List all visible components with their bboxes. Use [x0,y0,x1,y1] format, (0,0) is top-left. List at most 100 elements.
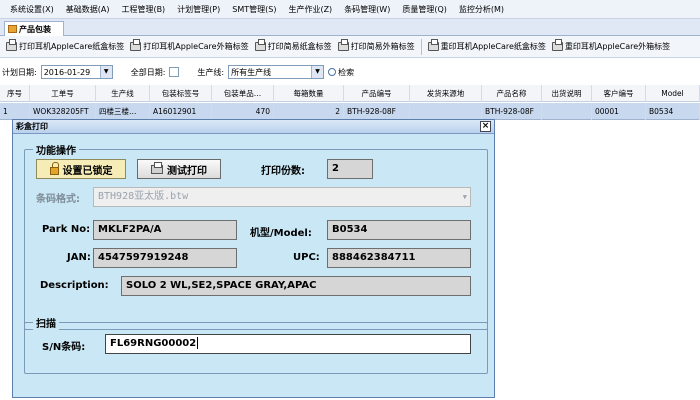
print-earphone-applecare-carton-label-button[interactable]: 打印耳机AppleCare外箱标签 [128,38,250,56]
button-label: 打印简易纸盒标签 [267,42,332,51]
print-copies-label: 打印份数: [261,166,305,177]
barcode-format-label: 条码格式: [36,194,80,205]
menu-bar: 系统设置(X) 基础数据(A) 工程管理(B) 计划管理(P) SMT管理(S)… [0,0,700,19]
printer-icon [427,39,439,51]
printer-icon [254,39,266,51]
tab-strip: 产品包装 [0,19,700,36]
model-field[interactable]: B0534 [327,220,471,240]
printer-icon [337,39,349,51]
function-operations-group: 功能操作 设置已锁定 测试打印 打印份数: 2 条码格式: BTH928亚太版.… [24,142,488,330]
jan-label: JAN: [67,252,91,263]
chevron-down-icon[interactable]: ▼ [99,66,112,78]
table-cell: BTH-928-08F [344,103,410,120]
sn-barcode-input[interactable]: FL69RNG00002 [105,334,471,354]
column-header[interactable]: 产品名称 [482,85,542,102]
column-header[interactable]: 生产线 [96,85,150,102]
table-cell: 四楼三楼… [96,103,150,120]
search-label: 检索 [338,67,355,77]
menu-system-settings[interactable]: 系统设置(X) [4,0,60,19]
column-header[interactable]: 每箱数量 [274,85,344,102]
model-label: 机型/Model: [250,228,312,239]
production-line-value: 所有生产线 [231,67,272,77]
print-earphone-applecare-box-label-button[interactable]: 打印耳机AppleCare纸盒标签 [4,38,126,56]
button-label: 打印简易外箱标签 [350,42,415,51]
reprint-earphone-applecare-carton-label-button[interactable]: 重印耳机AppleCare外箱标签 [550,38,672,56]
menu-engineering[interactable]: 工程管理(B) [115,0,171,19]
print-simple-carton-label-button[interactable]: 打印简易外箱标签 [336,38,417,56]
menu-barcode[interactable]: 条码管理(W) [338,0,396,19]
lock-icon [49,161,59,175]
production-line-select[interactable]: 所有生产线 ▼ [228,65,325,79]
column-header[interactable]: 工单号 [30,85,96,102]
menu-production[interactable]: 生产作业(Z) [282,0,338,19]
print-simple-box-label-button[interactable]: 打印简易纸盒标签 [253,38,334,56]
sn-barcode-label: S/N条码: [42,342,86,353]
column-header[interactable]: 客户编号 [592,85,646,102]
column-header[interactable]: 发货来源地 [410,85,482,102]
table-cell: 470 [212,103,274,120]
table-cell: BTH-928-08F [482,103,542,120]
upc-field[interactable]: 888462384711 [327,248,471,268]
sn-barcode-value: FL69RNG00002 [110,338,197,349]
menu-basic-data[interactable]: 基础数据(A) [60,0,116,19]
table-cell: 2 [274,103,344,120]
table-cell [410,103,482,120]
reprint-earphone-applecare-box-label-button[interactable]: 重印耳机AppleCare纸盒标签 [426,38,548,56]
group-title: 扫描 [33,315,59,330]
table-cell: 1 [0,103,30,120]
table-cell: WOK328205FT [30,103,96,120]
column-header[interactable]: Model [646,85,700,102]
button-label: 重印耳机AppleCare外箱标签 [564,42,671,51]
printer-icon [130,39,142,51]
column-header[interactable]: 包装单品… [212,85,274,102]
menu-monitor[interactable]: 监控分析(M) [453,0,510,19]
chevron-down-icon: ▼ [462,193,467,201]
upc-label: UPC: [293,252,320,263]
test-print-button[interactable]: 测试打印 [137,159,221,179]
menu-planning[interactable]: 计划管理(P) [171,0,226,19]
search-button[interactable]: 检索 [328,67,354,78]
button-label: 打印耳机AppleCare外箱标签 [143,42,249,51]
all-dates-checkbox[interactable] [169,67,180,77]
table-cell: A16012901 [150,103,212,120]
all-dates-label: 全部日期: [130,67,166,77]
button-label: 设置已锁定 [62,165,113,177]
description-field[interactable]: SOLO 2 WL,SE2,SPACE GRAY,APAC [121,276,471,296]
grid-header: 序号 工单号 生产线 包装标签号 包装单品… 每箱数量 产品编号 发货来源地 产… [0,85,700,102]
printer-icon [6,39,17,51]
description-label: Description: [40,280,109,291]
button-label: 重印耳机AppleCare纸盒标签 [440,42,546,51]
menu-smt[interactable]: SMT管理(S) [226,0,282,19]
column-header[interactable]: 序号 [0,85,30,102]
column-header[interactable]: 产品编号 [344,85,410,102]
package-icon [8,25,17,33]
close-icon[interactable]: × [480,121,491,132]
color-box-print-dialog: 彩盒打印 × 功能操作 设置已锁定 测试打印 打印份数: 2 条码格式: BTH… [12,119,495,398]
column-header[interactable]: 出货说明 [542,85,592,102]
print-copies-field[interactable]: 2 [327,159,373,179]
print-toolbar: 打印耳机AppleCare纸盒标签 打印耳机AppleCare外箱标签 打印简易… [0,36,700,58]
plan-date-picker[interactable]: 2016-01-29 ▼ [40,65,113,79]
chevron-down-icon[interactable]: ▼ [311,66,324,78]
barcode-format-select: BTH928亚太版.btw ▼ [93,187,471,207]
group-title: 功能操作 [33,142,79,157]
dialog-title-bar[interactable]: 彩盒打印 × [13,120,494,134]
text-caret [197,337,199,349]
park-no-field[interactable]: MKLF2PA/A [93,220,237,240]
column-header[interactable]: 包装标签号 [150,85,212,102]
filter-bar: 计划日期: 2016-01-29 ▼ 全部日期: 生产线: 所有生产线 ▼ 检索 [0,60,700,84]
table-cell: B0534 [646,103,700,120]
jan-field[interactable]: 4547597919248 [93,248,237,268]
tab-product-packaging[interactable]: 产品包装 [4,21,64,36]
menu-quality[interactable]: 质量管理(Q) [396,0,453,19]
plan-date-value: 2016-01-29 [43,67,91,77]
toolbar-divider [420,38,422,55]
search-icon [328,68,337,76]
settings-locked-button[interactable]: 设置已锁定 [36,159,126,179]
table-row[interactable]: 1 WOK328205FT 四楼三楼… A16012901 470 2 BTH-… [0,103,700,120]
barcode-format-value: BTH928亚太版.btw [98,191,189,202]
tab-label: 产品包装 [19,24,51,34]
scan-group: 扫描 S/N条码: FL69RNG00002 [24,315,488,374]
button-label: 测试打印 [167,165,207,177]
printer-icon [551,39,563,51]
